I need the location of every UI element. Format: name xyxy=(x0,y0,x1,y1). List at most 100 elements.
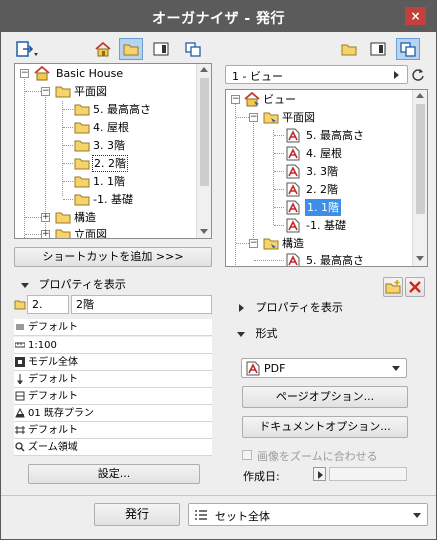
tree-node-story[interactable]: 1. 1階 xyxy=(15,173,200,190)
property-row-structure-display[interactable]: モデル全体 xyxy=(14,354,212,371)
publisher-set-menu-button[interactable] xyxy=(12,38,42,60)
scroll-down-icon[interactable] xyxy=(416,256,424,261)
tree-label: 平面図 xyxy=(74,85,107,98)
scroll-up-icon[interactable] xyxy=(416,93,424,98)
publish-button[interactable]: 発行 xyxy=(94,503,180,526)
show-properties-toggle[interactable]: プロパティを表示 xyxy=(21,276,211,294)
folder-icon xyxy=(74,176,90,188)
publisher-sets-tab[interactable] xyxy=(181,38,205,60)
scroll-thumb[interactable] xyxy=(200,78,209,186)
view-id-field[interactable]: 2. xyxy=(27,295,69,314)
view-folder-icon xyxy=(263,112,279,124)
expand-toggle[interactable]: + xyxy=(41,230,50,238)
project-tree[interactable]: − Basic House − 平面図 5. 最高高さ 4. 屋根 3. 3階 … xyxy=(14,63,212,239)
collapse-toggle[interactable]: − xyxy=(20,69,29,78)
layout-icon xyxy=(370,42,386,56)
property-row-zoom[interactable]: ズーム領域 xyxy=(14,439,212,456)
scroll-up-icon[interactable] xyxy=(200,67,208,72)
tree-node-elevations[interactable]: + 立面図 xyxy=(15,226,200,239)
layout-book-tab[interactable] xyxy=(149,38,173,60)
view-set-selector[interactable]: 1 - ビュー xyxy=(225,65,408,84)
tree-node-sections[interactable]: + 構造 xyxy=(15,209,200,226)
tree-scrollbar[interactable] xyxy=(412,90,427,266)
tree-node-item-selected[interactable]: 1. 1階 xyxy=(226,199,414,216)
property-row-scale[interactable]: 1:100 xyxy=(14,337,212,354)
refresh-button[interactable] xyxy=(408,63,428,85)
tree-node-story-selected[interactable]: 2. 2階 xyxy=(15,155,200,172)
fit-zoom-checkbox[interactable] xyxy=(242,450,252,460)
tree-node-story[interactable]: 3. 3階 xyxy=(15,137,200,154)
tree-node-item[interactable]: 4. 屋根 xyxy=(226,145,414,162)
format-section-toggle[interactable]: 形式 xyxy=(237,325,422,343)
scroll-down-icon[interactable] xyxy=(200,229,208,234)
page-options-button[interactable]: ページオプション... xyxy=(242,386,408,408)
view-map-tab[interactable] xyxy=(119,38,143,60)
view-map-source-tab[interactable] xyxy=(337,38,361,60)
property-row-renovation-filter[interactable]: 01 既存プラン xyxy=(14,405,212,422)
tree-node-item[interactable]: 3. 3階 xyxy=(226,163,414,180)
pdf-file-icon xyxy=(286,128,300,143)
tree-node-root[interactable]: − ビュー xyxy=(226,91,414,108)
pdf-file-icon xyxy=(246,361,260,376)
publish-set-select[interactable]: セット全体 xyxy=(188,503,428,526)
tree-node-story[interactable]: 5. 最高高さ xyxy=(15,101,200,118)
fit-zoom-label: 画像をズームに合わせる xyxy=(257,450,378,463)
tree-node-floorplans[interactable]: − 平面図 xyxy=(15,83,200,100)
tree-node-root[interactable]: − Basic House xyxy=(15,65,200,82)
delete-button[interactable] xyxy=(405,277,425,297)
project-map-tab[interactable] xyxy=(91,38,115,60)
tree-guide xyxy=(254,260,284,261)
property-row-pen-set[interactable]: デフォルト xyxy=(14,371,212,388)
close-button[interactable]: × xyxy=(405,7,426,25)
property-row-model-view-options[interactable]: デフォルト xyxy=(14,388,212,405)
tree-node-item[interactable]: 5. 最高高さ xyxy=(226,252,414,267)
collapse-toggle[interactable]: − xyxy=(231,95,240,104)
bottom-divider xyxy=(1,495,436,496)
settings-button[interactable]: 設定... xyxy=(28,464,200,484)
view-folder-icon xyxy=(263,238,279,250)
collapse-toggle[interactable]: − xyxy=(249,239,258,248)
tree-node-folder[interactable]: − 平面図 xyxy=(226,109,414,126)
created-label: 作成日: xyxy=(243,470,280,483)
publish-set-value: セット全体 xyxy=(215,510,270,523)
chevron-down-icon xyxy=(413,513,421,518)
format-select[interactable]: PDF xyxy=(241,358,407,378)
tree-node-folder[interactable]: − 構造 xyxy=(226,235,414,252)
tree-label: 4. 屋根 xyxy=(93,121,129,134)
property-row-layer-combination[interactable]: デフォルト xyxy=(14,319,212,336)
tree-label: 5. 最高高さ xyxy=(306,254,364,267)
document-options-button[interactable]: ドキュメントオプション... xyxy=(242,416,408,438)
collapse-toggle[interactable]: − xyxy=(41,87,50,96)
tree-node-item[interactable]: 5. 最高高さ xyxy=(226,127,414,144)
tree-node-story[interactable]: 4. 屋根 xyxy=(15,119,200,136)
expand-toggle[interactable]: + xyxy=(41,213,50,222)
model-view-icon xyxy=(15,391,25,401)
tree-label: 立面図 xyxy=(74,228,107,239)
layout-source-tab[interactable] xyxy=(366,38,390,60)
view-map-tree[interactable]: − ビュー − 平面図 5. 最高高さ 4. 屋根 3. 3階 2. 2階 1.… xyxy=(225,89,428,267)
created-date-field[interactable] xyxy=(329,467,407,481)
tree-label: 1. 1階 xyxy=(305,199,341,216)
folder-icon xyxy=(55,86,71,98)
title-bar[interactable]: オーガナイザ - 発行 × xyxy=(1,1,436,32)
show-properties-toggle-right[interactable]: プロパティを表示 xyxy=(239,299,424,317)
tree-node-item[interactable]: 2. 2階 xyxy=(226,181,414,198)
collapse-toggle[interactable]: − xyxy=(249,113,258,122)
date-menu-button[interactable] xyxy=(313,467,326,481)
view-name-field[interactable]: 2階 xyxy=(71,295,212,314)
section-label: 形式 xyxy=(255,327,278,340)
expand-arrow-icon xyxy=(21,282,29,288)
tree-guide xyxy=(274,153,284,154)
new-folder-button[interactable] xyxy=(383,277,403,297)
renovation-icon xyxy=(15,408,25,418)
scroll-thumb[interactable] xyxy=(416,104,425,214)
property-row-dimensions[interactable]: デフォルト xyxy=(14,422,212,439)
tree-node-story[interactable]: -1. 基礎 xyxy=(15,191,200,208)
publisher-set-source-tab[interactable] xyxy=(396,38,420,60)
tree-scrollbar[interactable] xyxy=(196,64,211,238)
add-shortcut-button[interactable]: ショートカットを追加 >>> xyxy=(14,247,212,267)
tree-guide xyxy=(274,171,284,172)
pdf-file-icon xyxy=(286,146,300,161)
tree-label: 5. 最高高さ xyxy=(306,129,364,142)
tree-node-item[interactable]: -1. 基礎 xyxy=(226,217,414,234)
